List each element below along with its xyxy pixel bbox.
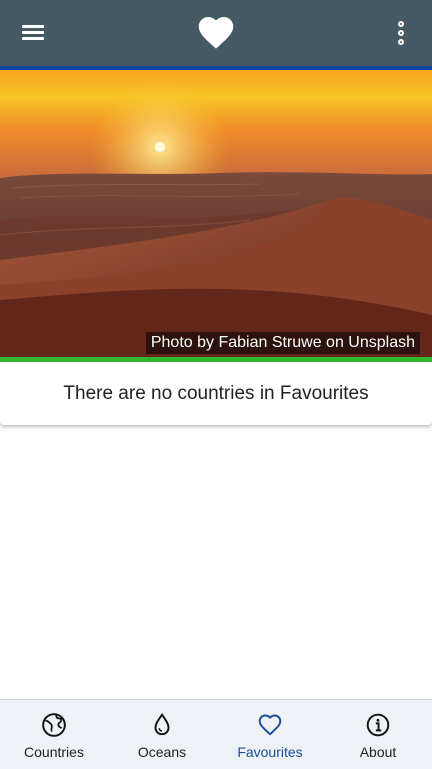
hero-image: Photo by Fabian Struwe on Unsplash	[0, 70, 432, 357]
heart-outline-icon	[258, 714, 282, 736]
nav-label-oceans: Oceans	[137, 744, 187, 760]
desert-sunset-image	[0, 70, 432, 357]
heart-icon	[198, 16, 234, 49]
photo-credit[interactable]: Photo by Fabian Struwe on Unsplash	[145, 332, 420, 354]
empty-state-card: There are no countries in Favourites	[0, 362, 432, 425]
nav-item-favourites[interactable]: Favourites	[216, 700, 324, 769]
nav-item-about[interactable]: About	[324, 700, 432, 769]
app-bar	[0, 0, 432, 66]
more-vert-icon[interactable]	[394, 18, 408, 48]
nav-item-oceans[interactable]: Oceans	[108, 700, 216, 769]
nav-label-countries: Countries	[24, 744, 84, 760]
empty-state-message: There are no countries in Favourites	[63, 382, 369, 404]
globe-icon	[42, 713, 66, 737]
nav-label-favourites: Favourites	[237, 744, 303, 760]
info-icon	[366, 713, 390, 737]
menu-icon[interactable]	[22, 22, 46, 44]
bottom-navigation: Countries Oceans Favourites About	[0, 699, 432, 769]
nav-item-countries[interactable]: Countries	[0, 700, 108, 769]
nav-label-about: About	[359, 744, 397, 760]
water-drop-icon	[154, 712, 170, 736]
